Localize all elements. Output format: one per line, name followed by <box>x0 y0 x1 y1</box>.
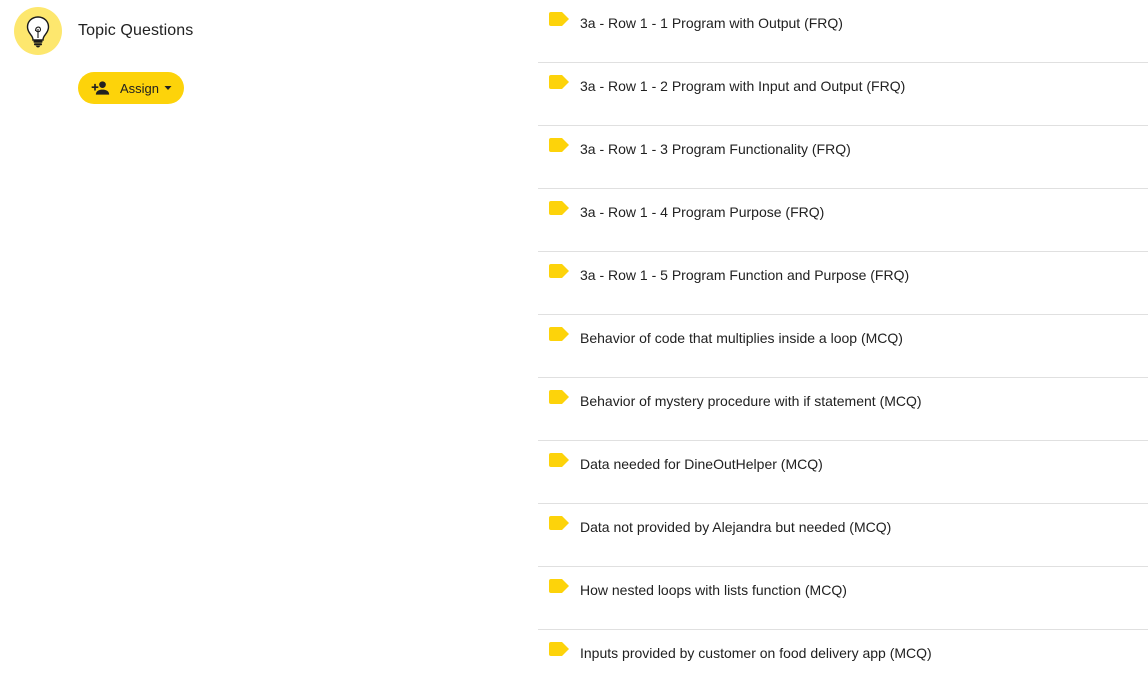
question-label: Data not provided by Alejandra but neede… <box>580 519 892 535</box>
list-item[interactable]: 3a - Row 1 - 2 Program with Input and Ou… <box>538 63 1148 126</box>
question-label: How nested loops with lists function (MC… <box>580 582 847 598</box>
list-item[interactable]: 3a - Row 1 - 3 Program Functionality (FR… <box>538 126 1148 189</box>
list-item[interactable]: Inputs provided by customer on food deli… <box>538 630 1148 686</box>
lightbulb-icon <box>14 7 62 55</box>
question-label: Data needed for DineOutHelper (MCQ) <box>580 456 823 472</box>
tag-icon <box>549 642 569 656</box>
question-label: Behavior of mystery procedure with if st… <box>580 393 922 409</box>
tag-icon <box>549 138 569 152</box>
tag-icon <box>549 453 569 467</box>
list-item[interactable]: 3a - Row 1 - 1 Program with Output (FRQ) <box>538 0 1148 63</box>
list-item[interactable]: Data needed for DineOutHelper (MCQ) <box>538 441 1148 504</box>
tag-icon <box>549 264 569 278</box>
topic-questions-page: Topic Questions Assign 3a - Row 1 - 1 Pr… <box>0 0 1148 686</box>
question-label: 3a - Row 1 - 5 Program Function and Purp… <box>580 267 910 283</box>
assign-button-label: Assign <box>120 80 160 96</box>
person-add-icon <box>91 81 110 95</box>
question-label: Behavior of code that multiplies inside … <box>580 330 903 346</box>
assign-button[interactable]: Assign <box>78 72 184 104</box>
list-item[interactable]: 3a - Row 1 - 4 Program Purpose (FRQ) <box>538 189 1148 252</box>
question-label: Inputs provided by customer on food deli… <box>580 645 932 661</box>
question-label: 3a - Row 1 - 1 Program with Output (FRQ) <box>580 15 843 31</box>
list-item[interactable]: Data not provided by Alejandra but neede… <box>538 504 1148 567</box>
caret-down-icon <box>164 86 172 90</box>
tag-icon <box>549 390 569 404</box>
tag-icon <box>549 201 569 215</box>
list-item[interactable]: How nested loops with lists function (MC… <box>538 567 1148 630</box>
question-label: 3a - Row 1 - 3 Program Functionality (FR… <box>580 141 851 157</box>
tag-icon <box>549 579 569 593</box>
tag-icon <box>549 516 569 530</box>
tag-icon <box>549 75 569 89</box>
list-item[interactable]: Behavior of mystery procedure with if st… <box>538 378 1148 441</box>
page-title: Topic Questions <box>78 22 194 39</box>
list-item[interactable]: 3a - Row 1 - 5 Program Function and Purp… <box>538 252 1148 315</box>
tag-icon <box>549 12 569 26</box>
question-label: 3a - Row 1 - 2 Program with Input and Ou… <box>580 78 906 94</box>
question-list: 3a - Row 1 - 1 Program with Output (FRQ)… <box>538 0 1148 686</box>
tag-icon <box>549 327 569 341</box>
question-label: 3a - Row 1 - 4 Program Purpose (FRQ) <box>580 204 825 220</box>
list-item[interactable]: Behavior of code that multiplies inside … <box>538 315 1148 378</box>
